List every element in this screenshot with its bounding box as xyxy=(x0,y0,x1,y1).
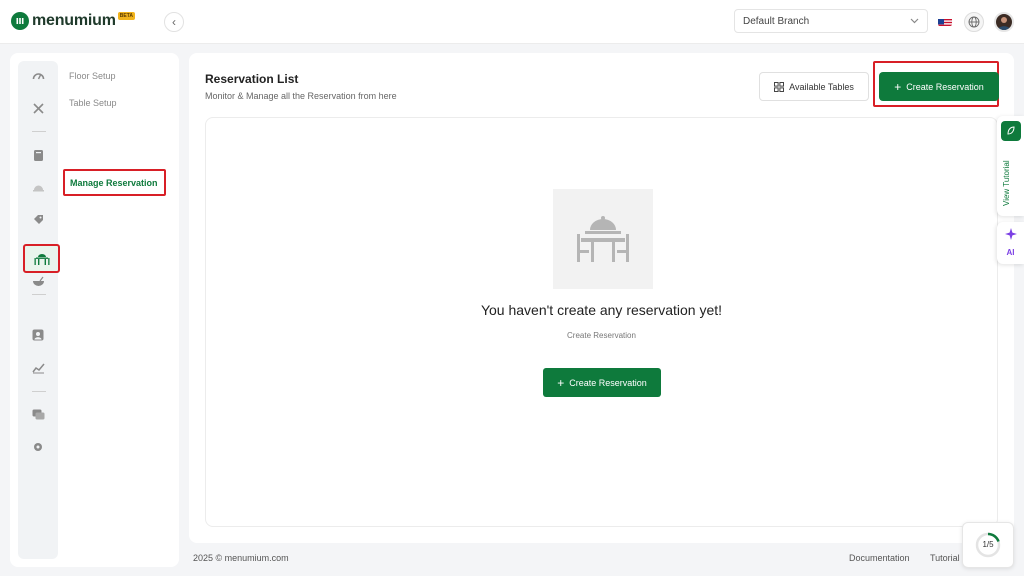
page-title: Reservation List xyxy=(205,72,299,86)
page-subtitle: Monitor & Manage all the Reservation fro… xyxy=(205,91,397,101)
chat-icon[interactable] xyxy=(31,408,45,422)
plus-icon: + xyxy=(894,79,902,94)
submenu-floor-setup[interactable]: Floor Setup xyxy=(69,71,116,81)
sparkle-icon xyxy=(1005,228,1017,240)
reservation-table-icon xyxy=(34,253,49,265)
grid-icon xyxy=(774,81,785,92)
ai-assistant-tab[interactable]: AI xyxy=(997,222,1024,264)
create-reservation-label: Create Reservation xyxy=(906,81,984,92)
view-tutorial-label: View Tutorial xyxy=(1002,160,1011,206)
tag-icon[interactable] xyxy=(31,212,45,226)
reservation-rail-item[interactable] xyxy=(23,244,60,273)
dashboard-icon[interactable] xyxy=(31,69,45,83)
chevron-left-icon: ‹ xyxy=(172,15,176,29)
footer-copyright: 2025 © menumium.com xyxy=(193,553,289,563)
empty-create-reservation-button[interactable]: + Create Reservation xyxy=(543,368,661,397)
bell-icon[interactable] xyxy=(31,180,45,194)
brand-logo[interactable]: menumium BETA xyxy=(11,12,135,30)
main-content: Reservation List Monitor & Manage all th… xyxy=(189,53,1014,543)
create-reservation-button[interactable]: + Create Reservation xyxy=(879,72,999,101)
view-tutorial-tab[interactable]: View Tutorial xyxy=(997,116,1024,216)
leaf-icon xyxy=(1001,121,1021,141)
logo-icon xyxy=(11,12,29,30)
empty-state-title: You haven't create any reservation yet! xyxy=(480,302,723,318)
brand-name: menumium xyxy=(32,12,116,29)
sidebar: Floor Setup Table Setup Manage Reservati… xyxy=(10,53,179,567)
customer-icon[interactable] xyxy=(31,328,45,342)
submenu-manage-reservation[interactable]: Manage Reservation xyxy=(63,169,166,196)
ai-label: AI xyxy=(1006,248,1015,257)
plus-icon: + xyxy=(557,375,565,390)
food-bowl-icon[interactable] xyxy=(31,275,45,289)
empty-create-reservation-label: Create Reservation xyxy=(569,377,647,388)
chevron-down-icon xyxy=(910,18,919,24)
user-avatar[interactable] xyxy=(994,12,1014,32)
footer-documentation-link[interactable]: Documentation xyxy=(849,553,910,563)
orders-icon[interactable] xyxy=(31,148,45,162)
available-tables-label: Available Tables xyxy=(789,81,854,92)
onboarding-progress-widget[interactable]: 1/5 xyxy=(962,522,1014,568)
reports-icon[interactable] xyxy=(31,361,45,375)
rail-divider xyxy=(32,294,46,295)
settings-gear-icon[interactable] xyxy=(31,440,45,454)
available-tables-button[interactable]: Available Tables xyxy=(759,72,869,101)
branch-select-value: Default Branch xyxy=(743,15,810,27)
beta-badge: BETA xyxy=(117,12,135,20)
rail-divider xyxy=(32,391,46,392)
footer-tutorial-link[interactable]: Tutorial xyxy=(930,553,960,563)
empty-state: You haven't create any reservation yet! … xyxy=(205,117,998,527)
utensils-icon[interactable] xyxy=(31,101,45,115)
collapse-sidebar-button[interactable]: ‹ xyxy=(164,12,184,32)
icon-rail xyxy=(18,61,60,559)
submenu-manage-reservation-label: Manage Reservation xyxy=(70,177,158,188)
branch-select[interactable]: Default Branch xyxy=(734,9,928,33)
us-flag-icon[interactable] xyxy=(938,16,952,26)
submenu-table-setup[interactable]: Table Setup xyxy=(69,98,117,108)
rail-divider xyxy=(32,131,46,132)
empty-state-subtitle: Create Reservation xyxy=(567,331,636,340)
globe-icon[interactable] xyxy=(964,12,984,32)
empty-table-illustration-icon xyxy=(553,189,653,289)
top-bar: menumium BETA ‹ Default Branch xyxy=(0,0,1024,44)
progress-text: 1/5 xyxy=(982,540,994,549)
